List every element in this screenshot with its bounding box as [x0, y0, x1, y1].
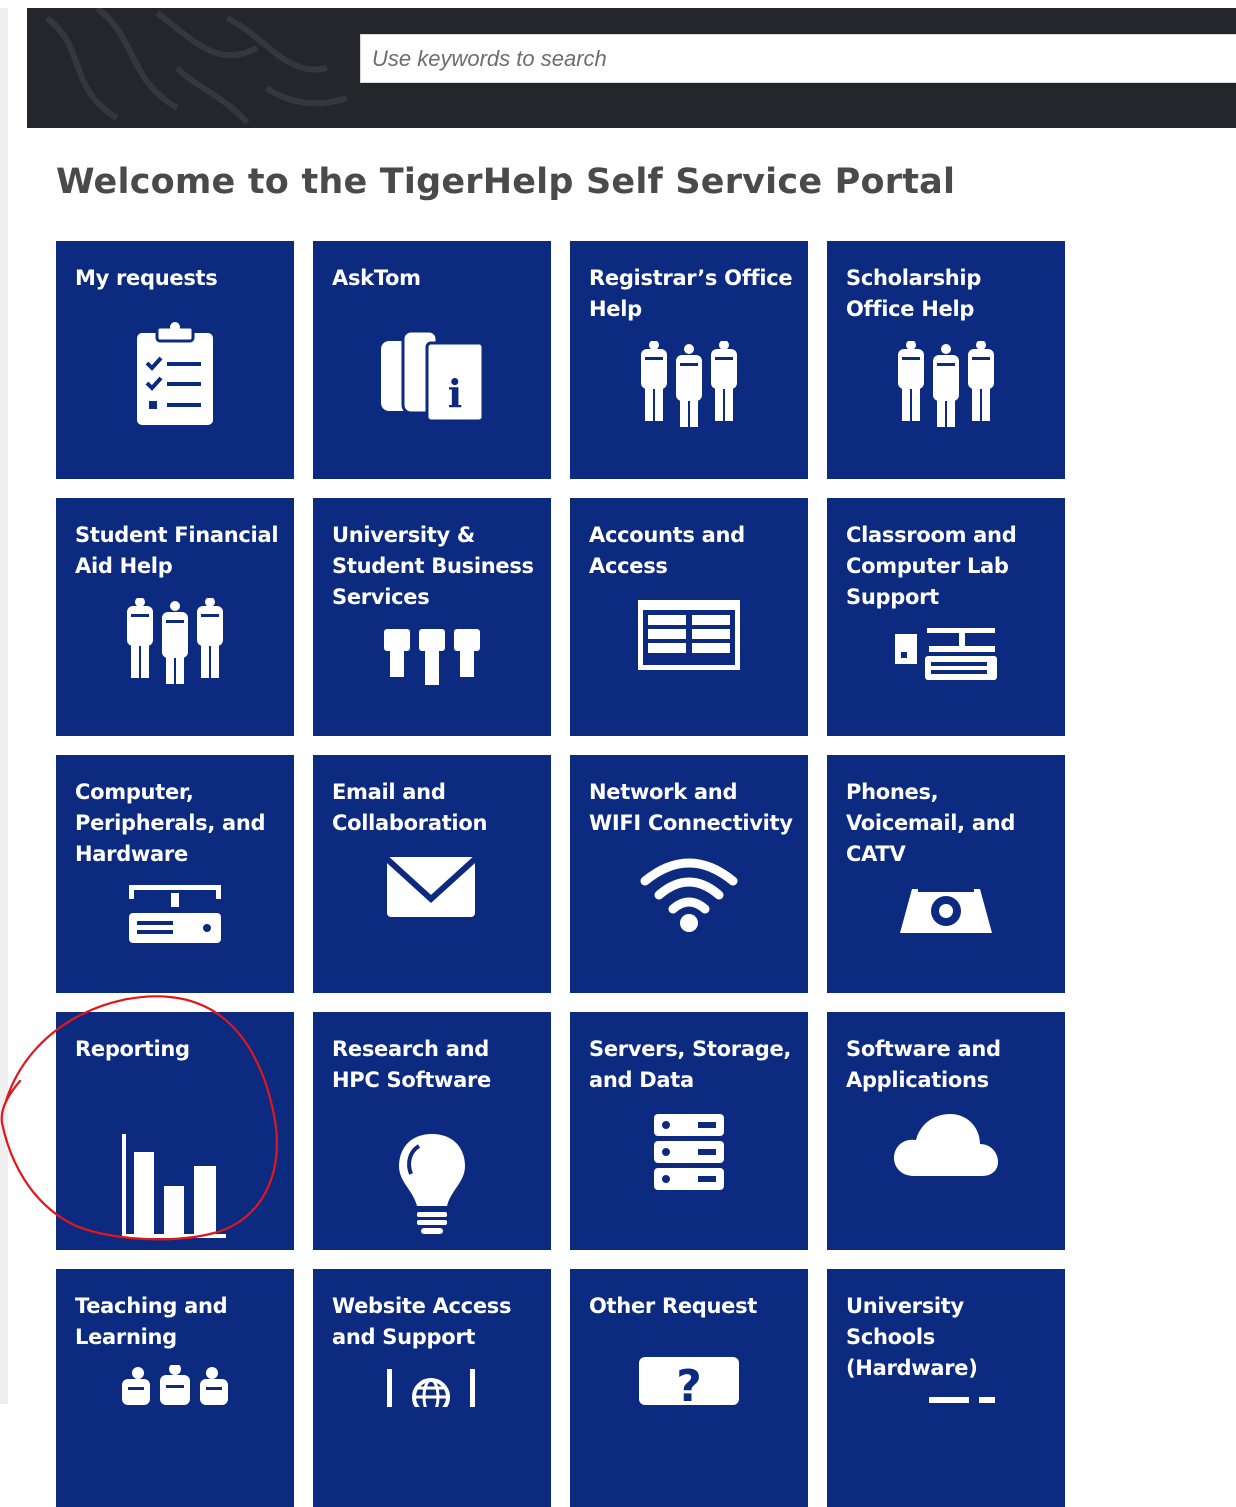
tile-scholarship-office-help[interactable]: Scholarship Office Help	[827, 241, 1065, 479]
tile-asktom[interactable]: AskTom i	[313, 241, 551, 479]
computer-lab-icon	[893, 628, 999, 684]
lightbulb-icon	[397, 1132, 467, 1238]
tiger-banner-art	[45, 8, 348, 125]
tile-label: Research and HPC Software	[332, 1037, 491, 1092]
left-gutter	[0, 0, 8, 1404]
tile-label: Scholarship Office Help	[846, 266, 982, 321]
tile-email-and-collaboration[interactable]: Email and Collaboration	[313, 755, 551, 993]
tile-accounts-and-access[interactable]: Accounts and Access	[570, 498, 808, 736]
tile-label: Reporting	[75, 1037, 190, 1061]
cloud-icon	[892, 1110, 1000, 1180]
tile-reporting[interactable]: Reporting	[56, 1012, 294, 1250]
page-title: Welcome to the TigerHelp Self Service Po…	[56, 162, 956, 202]
tile-label: Classroom and Computer Lab Support	[846, 523, 1017, 609]
hardware-icon	[127, 885, 223, 943]
tile-servers-storage-and-data[interactable]: Servers, Storage, and Data	[570, 1012, 808, 1250]
tile-university-student-business-services[interactable]: University & Student Business Services	[313, 498, 551, 736]
svg-text:i: i	[448, 371, 462, 416]
tile-my-requests[interactable]: My requests	[56, 241, 294, 479]
tile-registrars-office-help[interactable]: Registrar’s Office Help	[570, 241, 808, 479]
header-banner	[27, 8, 1236, 128]
tile-classroom-and-computer-lab-support[interactable]: Classroom and Computer Lab Support	[827, 498, 1065, 736]
people-group-icon	[639, 341, 739, 429]
svg-text:?: ?	[676, 1361, 702, 1405]
tile-label: Registrar’s Office Help	[589, 266, 793, 321]
tile-label: Other Request	[589, 1294, 758, 1318]
tile-label: Network and WIFI Connectivity	[589, 780, 793, 835]
tile-label: University Schools (Hardware)	[846, 1294, 978, 1380]
search-box	[360, 34, 1236, 83]
tile-label: AskTom	[332, 266, 421, 290]
tile-label: Teaching and Learning	[75, 1294, 228, 1349]
top-strip	[0, 0, 1236, 8]
tile-website-access-and-support[interactable]: Website Access and Support	[313, 1269, 551, 1507]
browser-window-icon	[636, 598, 742, 672]
tile-phones-voicemail-and-catv[interactable]: Phones, Voicemail, and CATV	[827, 755, 1065, 993]
tile-other-request[interactable]: Other Request ?	[570, 1269, 808, 1507]
server-stack-icon	[652, 1112, 726, 1192]
search-input[interactable]	[361, 35, 1236, 82]
clipboard-checklist-icon	[135, 321, 215, 427]
envelope-icon	[385, 855, 477, 919]
tile-label: Software and Applications	[846, 1037, 1001, 1092]
tile-label: Accounts and Access	[589, 523, 745, 578]
books-info-icon: i	[379, 321, 485, 421]
tile-teaching-and-learning[interactable]: Teaching and Learning	[56, 1269, 294, 1507]
globe-icon	[385, 1367, 477, 1407]
tile-label: Phones, Voicemail, and CATV	[846, 780, 1016, 866]
tile-computer-peripherals-and-hardware[interactable]: Computer, Peripherals, and Hardware	[56, 755, 294, 993]
hardware-icon	[927, 1393, 997, 1405]
people-group-icon	[120, 1365, 230, 1405]
people-group-icon	[382, 629, 482, 687]
wifi-icon	[639, 853, 739, 933]
question-icon: ?	[637, 1355, 741, 1405]
tile-student-financial-aid-help[interactable]: Student Financial Aid Help	[56, 498, 294, 736]
tile-network-and-wifi-connectivity[interactable]: Network and WIFI Connectivity	[570, 755, 808, 993]
tile-label: Email and Collaboration	[332, 780, 488, 835]
tile-label: My requests	[75, 266, 218, 290]
tile-label: Servers, Storage, and Data	[589, 1037, 792, 1092]
tile-research-and-hpc-software[interactable]: Research and HPC Software	[313, 1012, 551, 1250]
people-group-icon	[125, 598, 225, 686]
phone-icon	[898, 887, 994, 937]
tile-university-schools-hardware[interactable]: University Schools (Hardware)	[827, 1269, 1065, 1507]
bar-chart-icon	[120, 1132, 230, 1240]
tile-software-and-applications[interactable]: Software and Applications	[827, 1012, 1065, 1250]
tile-label: Website Access and Support	[332, 1294, 512, 1349]
tile-label: Student Financial Aid Help	[75, 523, 279, 578]
tile-label: University & Student Business Services	[332, 523, 534, 609]
people-group-icon	[896, 341, 996, 429]
tile-label: Computer, Peripherals, and Hardware	[75, 780, 266, 866]
